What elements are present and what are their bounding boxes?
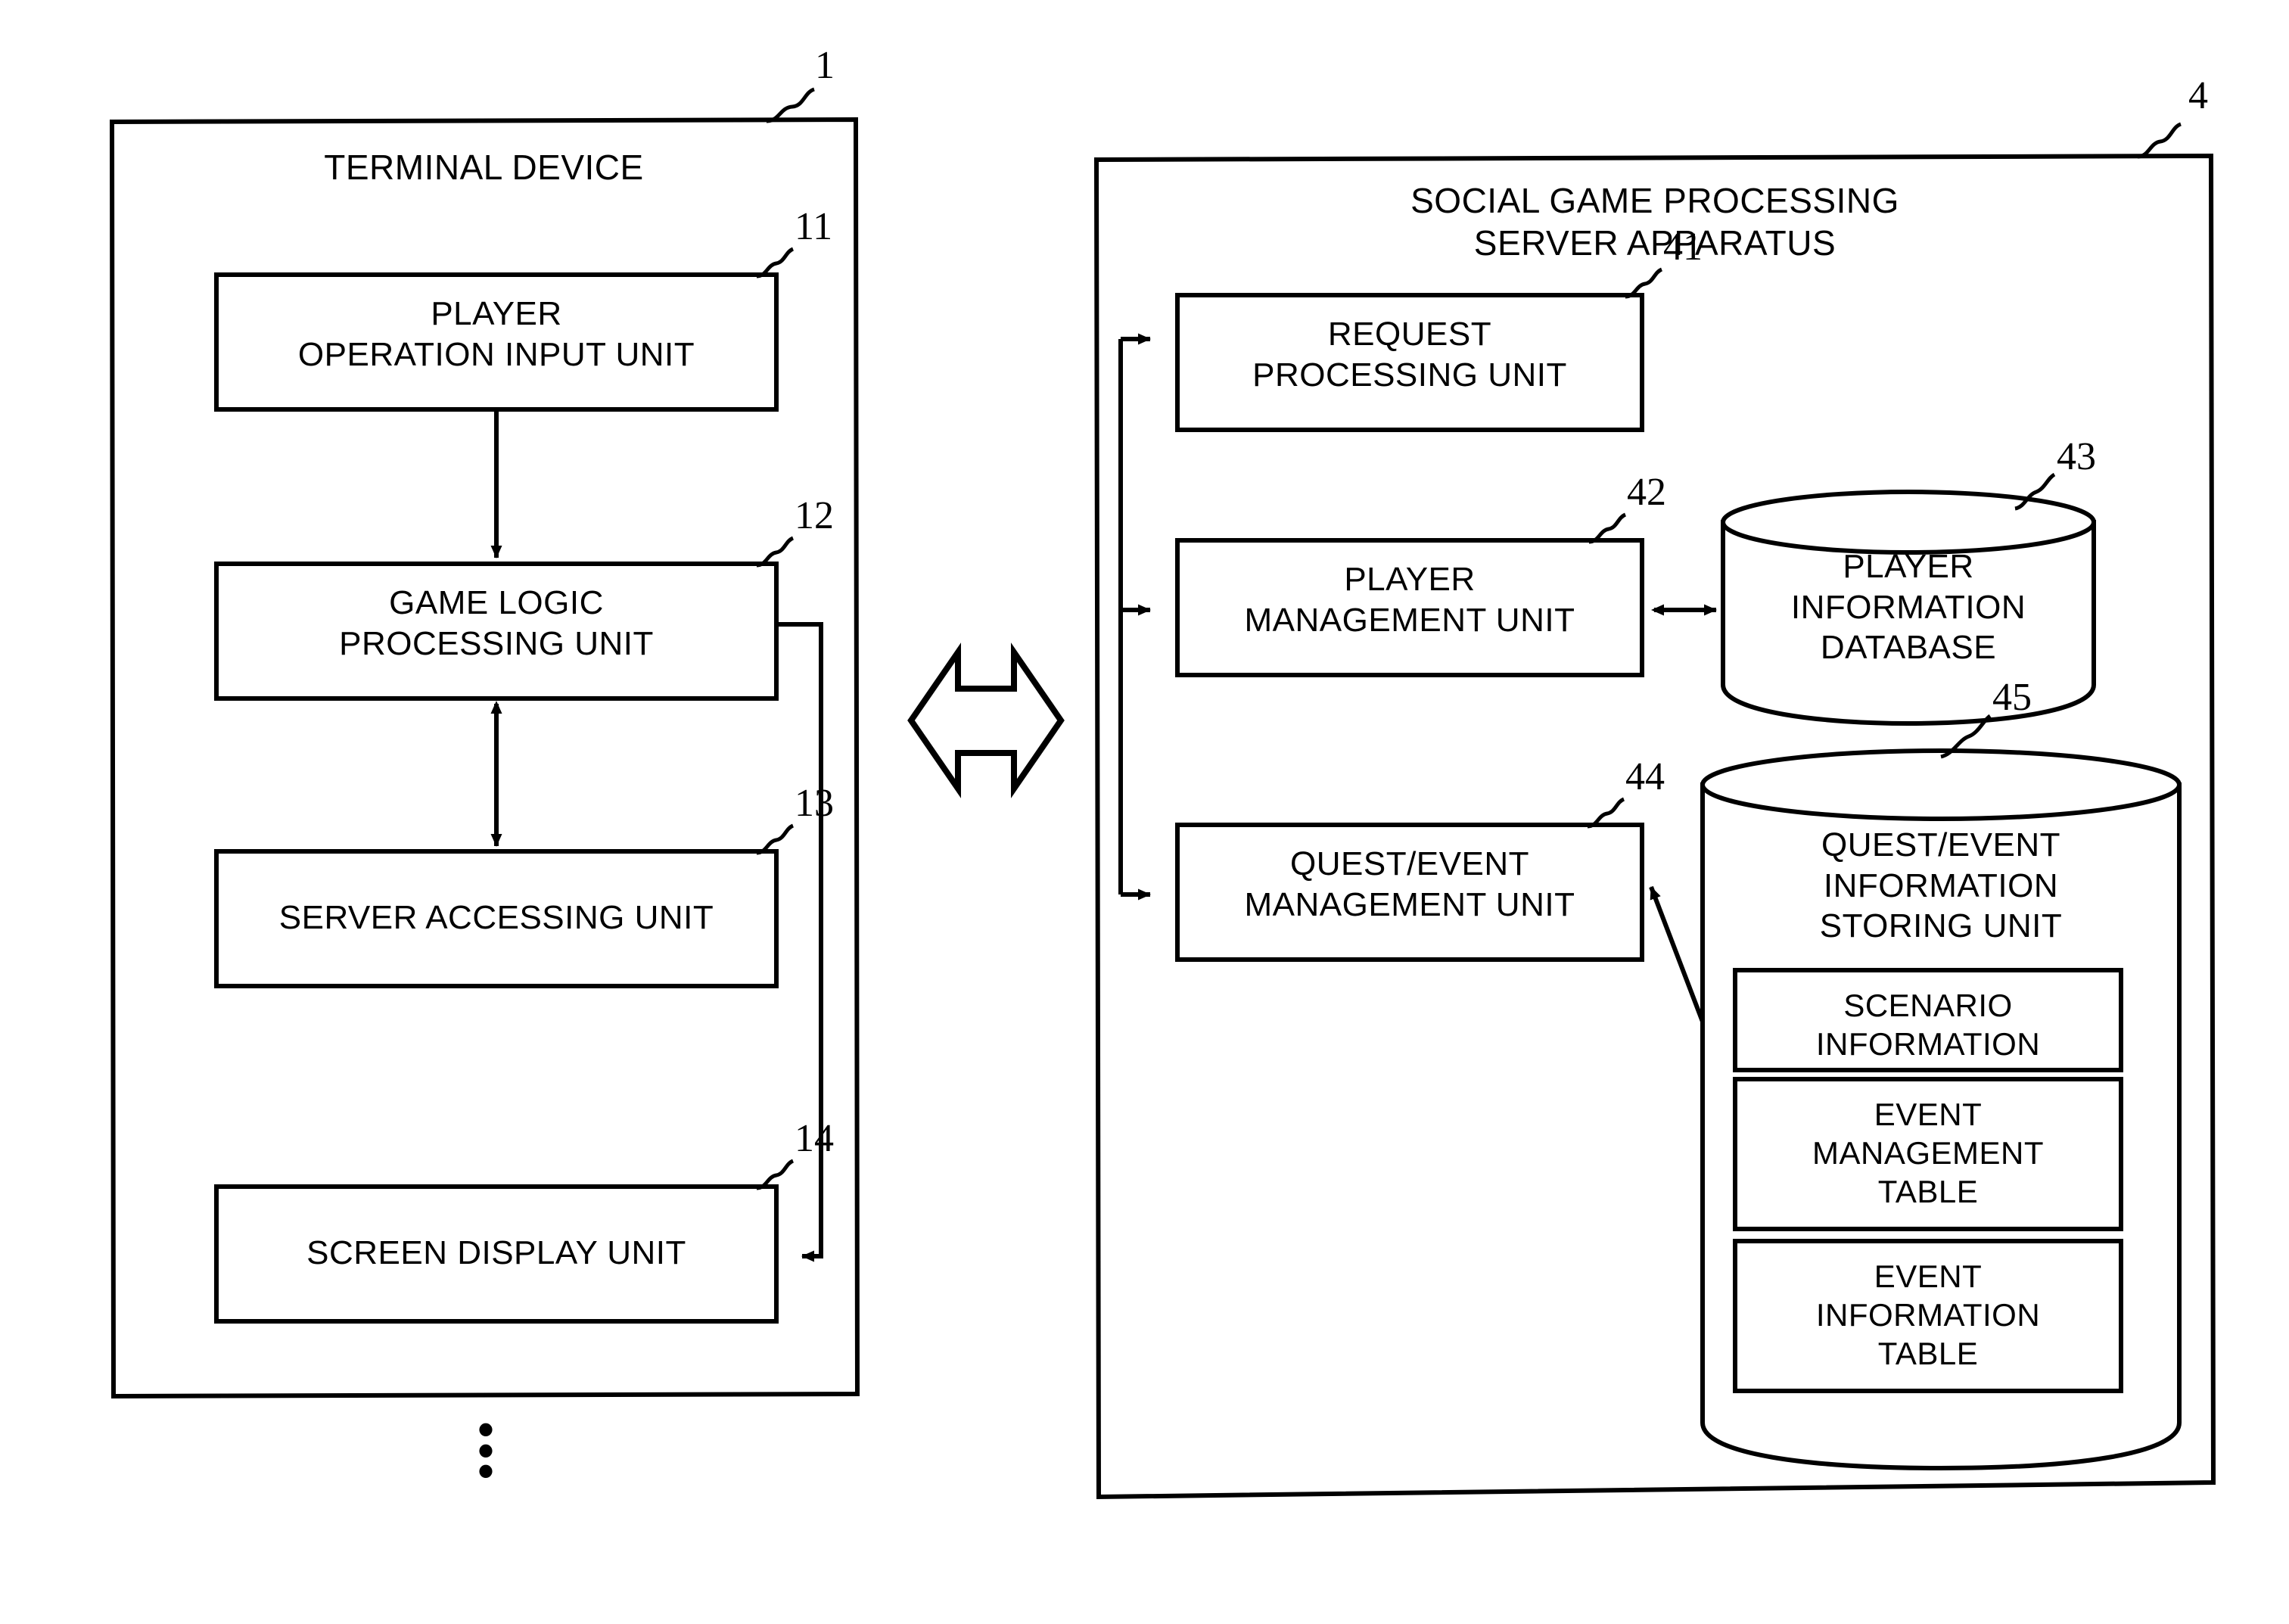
block-11-label: PLAYER OPERATION INPUT UNIT <box>297 295 695 373</box>
leader-line-12 <box>756 536 795 568</box>
figure-canvas: TERMINAL DEVICE 1 PLAYER OPERATION INPUT… <box>0 0 2289 1624</box>
leader-line-42 <box>1588 512 1627 544</box>
event-management-table-label: EVENT MANAGEMENT TABLE <box>1812 1097 2044 1210</box>
ref-number-4: 4 <box>2188 74 2208 117</box>
leader-line-13 <box>756 823 795 855</box>
block-42-label: PLAYER MANAGEMENT UNIT <box>1244 561 1575 639</box>
ref-number-11: 11 <box>795 205 833 248</box>
ref-number-41: 41 <box>1663 226 1703 269</box>
block-44-label: QUEST/EVENT MANAGEMENT UNIT <box>1244 845 1575 923</box>
ref-number-14: 14 <box>795 1117 834 1160</box>
continuation-ellipsis: • • • <box>477 1404 494 1497</box>
leader-line-44 <box>1587 797 1625 829</box>
ref-number-13: 13 <box>795 782 834 825</box>
cylinder-45-label: QUEST/EVENT INFORMATION STORING UNIT <box>1819 826 2063 945</box>
ref-number-12: 12 <box>795 494 834 537</box>
ref-number-45: 45 <box>1992 676 2032 719</box>
terminal-device-title: TERMINAL DEVICE <box>324 148 644 187</box>
scenario-information-label: SCENARIO INFORMATION <box>1815 988 2041 1062</box>
ref-number-44: 44 <box>1625 755 1665 798</box>
leader-line-4 <box>2137 122 2182 159</box>
block-41-label: REQUEST PROCESSING UNIT <box>1252 316 1567 394</box>
block-13-label: SERVER ACCESSING UNIT <box>278 899 714 936</box>
leader-line-11 <box>756 247 795 278</box>
server-apparatus-title: SOCIAL GAME PROCESSING SERVER APPARATUS <box>1410 181 1899 263</box>
block-14-label: SCREEN DISPLAY UNIT <box>306 1234 686 1271</box>
leader-line-14 <box>756 1159 795 1190</box>
block-12-label: GAME LOGIC PROCESSING UNIT <box>339 584 654 662</box>
ref-number-1: 1 <box>815 44 835 87</box>
bidirectional-connector-arrow <box>907 642 1065 798</box>
event-information-table-label: EVENT INFORMATION TABLE <box>1815 1258 2041 1372</box>
ref-number-42: 42 <box>1627 471 1666 514</box>
leader-line-45 <box>1940 714 1992 759</box>
cylinder-43-label: PLAYER INFORMATION DATABASE <box>1790 548 2026 667</box>
leader-line-43 <box>2014 472 2056 511</box>
leader-line-41 <box>1625 267 1663 299</box>
leader-line-1 <box>766 87 816 123</box>
ref-number-43: 43 <box>2057 435 2096 478</box>
